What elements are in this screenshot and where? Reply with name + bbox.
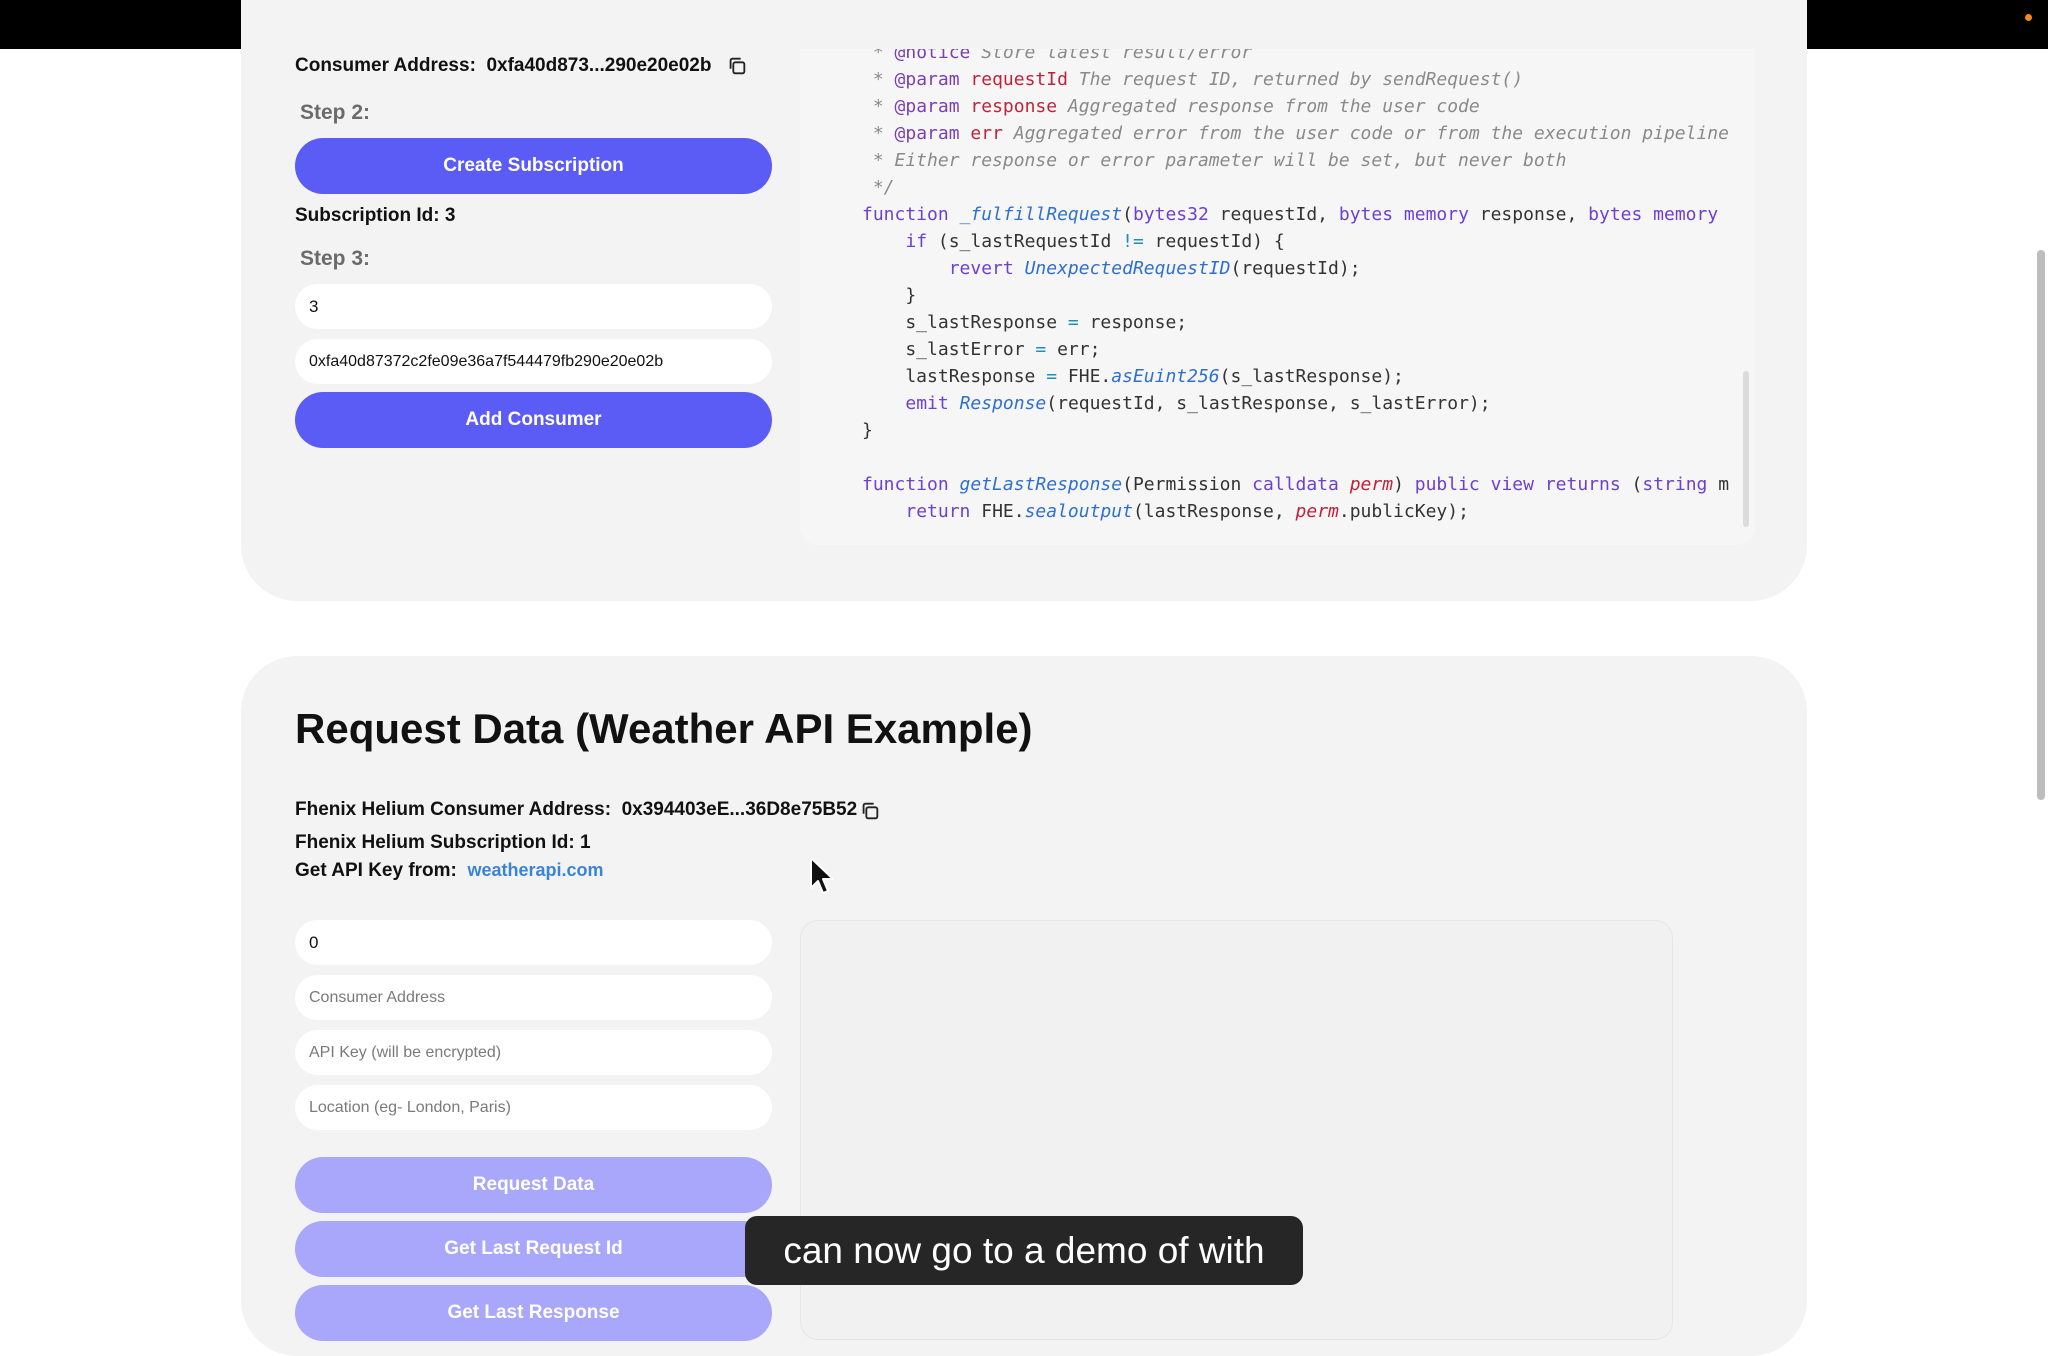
helium-subscription-text: Fhenix Helium Subscription Id: 1	[295, 832, 591, 853]
helium-consumer-value: 0x394403eE...36D8e75B52	[621, 799, 858, 820]
code-line: }	[862, 420, 873, 441]
copy-icon[interactable]	[859, 800, 881, 822]
consumer-address-label: Consumer Address:	[295, 55, 476, 76]
consumer-address-value: 0xfa40d873...290e20e02b	[486, 55, 712, 76]
get-last-request-id-button[interactable]: Get Last Request Id	[295, 1221, 772, 1277]
add-consumer-button[interactable]: Add Consumer	[295, 392, 772, 448]
code-viewer[interactable]: * @notice Store latest result/error * @p…	[800, 49, 1755, 545]
code-line: * @param response Aggregated response fr…	[862, 96, 1480, 117]
code-line: lastResponse = FHE.asEuint256(s_lastResp…	[862, 366, 1404, 387]
code-scrollbar[interactable]	[1743, 371, 1749, 527]
consumer-address-field[interactable]	[295, 975, 772, 1020]
subscription-id-input[interactable]	[295, 284, 772, 329]
api-key-row: Get API Key from: weatherapi.com	[295, 860, 604, 882]
location-field[interactable]	[295, 1085, 772, 1130]
code-line: s_lastResponse = response;	[862, 312, 1188, 333]
create-subscription-button[interactable]: Create Subscription	[295, 138, 772, 194]
step-2-label: Step 2:	[300, 101, 371, 124]
code-line: * @param requestId The request ID, retur…	[862, 69, 1524, 90]
code-line: emit Response(requestId, s_lastResponse,…	[905, 393, 1491, 414]
helium-consumer-row: Fhenix Helium Consumer Address: 0x394403…	[295, 799, 857, 821]
get-last-response-button[interactable]: Get Last Response	[295, 1285, 772, 1341]
helium-consumer-label: Fhenix Helium Consumer Address:	[295, 799, 612, 820]
api-key-label: Get API Key from:	[295, 860, 457, 881]
code-line: if (s_lastRequestId != requestId) {	[905, 231, 1285, 252]
subscription-id-text: Subscription Id: 3	[295, 205, 456, 226]
code-line: function _fulfillRequest(bytes32 request…	[862, 204, 1719, 225]
code-line: revert UnexpectedRequestID(requestId);	[948, 258, 1361, 279]
copy-icon[interactable]	[726, 55, 748, 77]
code-line: s_lastError = err;	[862, 339, 1101, 360]
api-key-field[interactable]	[295, 1030, 772, 1075]
code-line: return FHE.sealoutput(lastResponse, perm…	[905, 501, 1469, 522]
code-line: */	[862, 177, 895, 198]
consumer-address-row: Consumer Address: 0xfa40d873...290e20e02…	[295, 55, 711, 77]
weatherapi-link[interactable]: weatherapi.com	[467, 860, 603, 880]
recording-indicator-icon	[2025, 14, 2032, 21]
code-line: * @param err Aggregated error from the u…	[862, 123, 1729, 144]
code-line: * Either response or error parameter wil…	[862, 150, 1567, 171]
step-3-label: Step 3:	[300, 247, 371, 270]
request-data-button[interactable]: Request Data	[295, 1157, 772, 1213]
video-caption: can now go to a demo of with	[745, 1216, 1303, 1285]
page-title: Request Data (Weather API Example)	[295, 705, 1033, 752]
request-subscription-input[interactable]	[295, 920, 772, 965]
page-scrollbar[interactable]	[2037, 250, 2045, 800]
mouse-cursor-icon	[810, 857, 834, 894]
code-line: }	[862, 285, 917, 306]
code-line: * @notice Store latest result/error	[862, 49, 1253, 63]
code-line: function getLastResponse(Permission call…	[862, 474, 1730, 495]
consumer-address-input[interactable]	[295, 339, 772, 384]
